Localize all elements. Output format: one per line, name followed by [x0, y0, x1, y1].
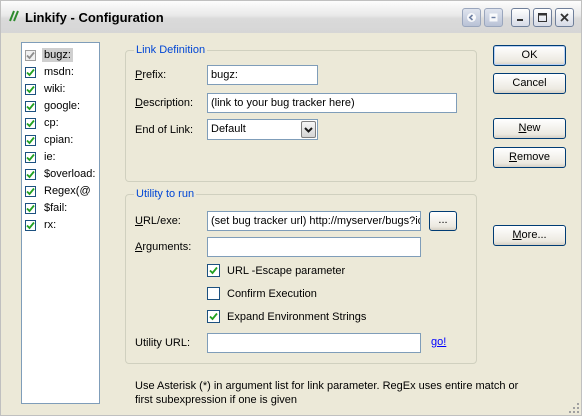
- list-item[interactable]: rx:: [25, 217, 58, 233]
- configuration-window: Linkify - Configuration bugz: msdn: wiki: g…: [0, 0, 582, 416]
- help-note: Use Asterisk (*) in argument list for li…: [135, 380, 519, 406]
- confirm-execution-option[interactable]: Confirm Execution: [207, 287, 317, 300]
- more-button[interactable]: More...: [493, 225, 566, 246]
- description-input[interactable]: (link to your bug tracker here): [207, 93, 457, 113]
- end-of-link-value: Default: [211, 123, 246, 135]
- close-button[interactable]: [555, 8, 574, 27]
- list-item[interactable]: $overload:: [25, 166, 97, 182]
- list-item-label: bugz:: [42, 48, 73, 62]
- list-item-label: google:: [44, 100, 81, 112]
- minimize-icon: [517, 19, 523, 21]
- utility-url-label: Utility URL:: [135, 337, 191, 349]
- cancel-button[interactable]: Cancel: [493, 73, 566, 94]
- list-item-checkbox[interactable]: [25, 83, 36, 95]
- prefix-label: Prefix:: [135, 69, 167, 81]
- end-of-link-select[interactable]: Default: [207, 119, 318, 140]
- dialog-client-area: bugz: msdn: wiki: google: cp: cpian: ie: $overl…: [1, 33, 581, 415]
- list-item-checkbox[interactable]: [25, 151, 36, 163]
- list-item-checkbox[interactable]: [25, 117, 36, 129]
- ok-button[interactable]: OK: [493, 45, 566, 66]
- linkify-app-icon: [9, 10, 19, 22]
- list-item-label: cp:: [44, 117, 59, 129]
- arguments-input[interactable]: [207, 237, 421, 257]
- resize-grip-icon[interactable]: [568, 402, 580, 414]
- list-item-checkbox[interactable]: [25, 49, 36, 61]
- list-item-label: ie:: [44, 151, 56, 163]
- list-item-checkbox[interactable]: [25, 100, 36, 112]
- window-title: Linkify - Configuration: [25, 10, 164, 25]
- minimize-button[interactable]: [511, 8, 530, 27]
- list-item-label: wiki:: [44, 83, 66, 95]
- list-item[interactable]: msdn:: [25, 64, 76, 80]
- confirm-execution-checkbox[interactable]: [207, 287, 220, 300]
- list-item-checkbox[interactable]: [25, 134, 36, 146]
- list-item[interactable]: ie:: [25, 149, 58, 165]
- back-nav-icon[interactable]: [462, 8, 481, 27]
- expand-env-label: Expand Environment Strings: [227, 310, 367, 323]
- list-item-label: Regex(@: [44, 185, 91, 197]
- url-escape-option[interactable]: URL -Escape parameter: [207, 264, 345, 277]
- url-escape-label: URL -Escape parameter: [227, 264, 346, 277]
- list-item-checkbox[interactable]: [25, 202, 36, 214]
- list-item-label: cpian:: [44, 134, 74, 146]
- list-item-checkbox[interactable]: [25, 66, 36, 78]
- end-of-link-label: End of Link:: [135, 124, 194, 136]
- list-item-label: $fail:: [44, 202, 68, 214]
- list-item-checkbox[interactable]: [25, 168, 36, 180]
- utility-legend: Utility to run: [134, 187, 197, 201]
- list-item-label: msdn:: [44, 66, 74, 78]
- browse-button[interactable]: ...: [429, 211, 457, 231]
- forward-nav-icon[interactable]: [484, 8, 503, 27]
- new-button[interactable]: New: [493, 118, 566, 139]
- list-item[interactable]: google:: [25, 98, 82, 114]
- list-item-label: $overload:: [44, 168, 96, 180]
- arguments-label: Arguments:: [135, 241, 192, 253]
- chevron-down-icon[interactable]: [301, 121, 316, 138]
- list-item[interactable]: Regex(@: [25, 183, 93, 199]
- maximize-icon: [538, 13, 547, 22]
- list-item[interactable]: wiki:: [25, 81, 67, 97]
- link-prefix-list[interactable]: bugz: msdn: wiki: google: cp: cpian: ie: $overl…: [21, 42, 100, 404]
- prefix-input[interactable]: bugz:: [207, 65, 318, 85]
- list-item[interactable]: cpian:: [25, 132, 75, 148]
- url-escape-checkbox[interactable]: [207, 264, 220, 277]
- description-label: Description:: [135, 97, 194, 109]
- expand-env-checkbox[interactable]: [207, 310, 220, 323]
- remove-button[interactable]: Remove: [493, 147, 566, 168]
- confirm-execution-label: Confirm Execution: [227, 287, 317, 300]
- expand-env-option[interactable]: Expand Environment Strings: [207, 310, 366, 323]
- list-item-checkbox[interactable]: [25, 185, 36, 197]
- utility-url-input[interactable]: [207, 333, 421, 353]
- list-item[interactable]: $fail:: [25, 200, 69, 216]
- url-exe-label: URL/exe:: [135, 215, 181, 227]
- list-item[interactable]: cp:: [25, 115, 61, 131]
- list-item-checkbox[interactable]: [25, 219, 36, 231]
- list-item[interactable]: bugz:: [25, 47, 73, 63]
- maximize-button[interactable]: [533, 8, 552, 27]
- url-exe-input[interactable]: (set bug tracker url) http://myserver/bu…: [207, 211, 421, 231]
- title-bar[interactable]: Linkify - Configuration: [1, 1, 581, 33]
- go-link[interactable]: go!: [431, 336, 446, 348]
- close-icon: [560, 13, 569, 22]
- list-item-label: rx:: [44, 219, 57, 231]
- link-definition-legend: Link Definition: [134, 43, 208, 57]
